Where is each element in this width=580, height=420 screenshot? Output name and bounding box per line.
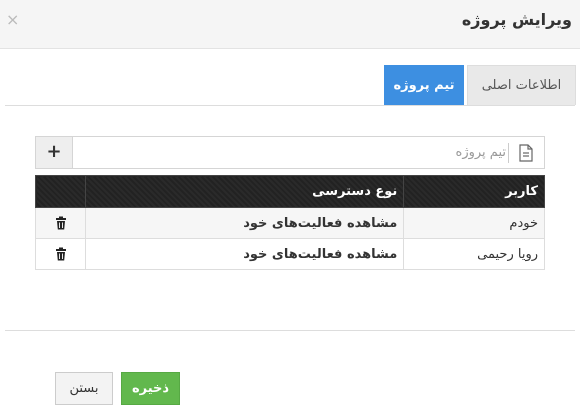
- cell-access: مشاهده فعالیت‌های خود: [84, 238, 405, 270]
- cell-actions: [35, 207, 86, 239]
- team-search-input[interactable]: [74, 138, 510, 167]
- close-icon[interactable]: ×: [6, 10, 19, 29]
- tab-project-team[interactable]: تیم پروژه: [384, 65, 464, 105]
- column-access: نوع دسترسی: [84, 175, 405, 208]
- save-button[interactable]: ذخیره: [121, 372, 180, 405]
- table-row: خودم مشاهده فعالیت‌های خود: [35, 207, 545, 239]
- add-member-button[interactable]: +: [36, 137, 73, 168]
- cell-user: رویا رحیمی: [403, 238, 545, 270]
- modal-header: × ویرایش پروژه: [0, 0, 580, 49]
- team-table: کاربر نوع دسترسی خودم مشاهده فعالیت‌های …: [35, 175, 545, 270]
- table-header-row: کاربر نوع دسترسی: [35, 175, 545, 208]
- cell-user: خودم: [403, 207, 545, 239]
- close-button[interactable]: بستن: [55, 372, 113, 405]
- cell-actions: [35, 238, 86, 270]
- footer-divider: [5, 330, 575, 331]
- table-row: رویا رحیمی مشاهده فعالیت‌های خود: [35, 238, 545, 270]
- input-separator: [508, 143, 509, 163]
- tabs-divider: [5, 105, 575, 106]
- column-actions: [35, 175, 86, 208]
- cell-access: مشاهده فعالیت‌های خود: [84, 207, 405, 239]
- trash-icon[interactable]: [55, 247, 67, 261]
- trash-icon[interactable]: [55, 216, 67, 230]
- document-icon: [519, 144, 533, 162]
- modal-title: ویرایش پروژه: [461, 10, 572, 29]
- tab-main-info[interactable]: اطلاعات اصلی: [467, 65, 576, 105]
- column-user: کاربر: [403, 175, 545, 208]
- team-search-group: +: [35, 136, 545, 169]
